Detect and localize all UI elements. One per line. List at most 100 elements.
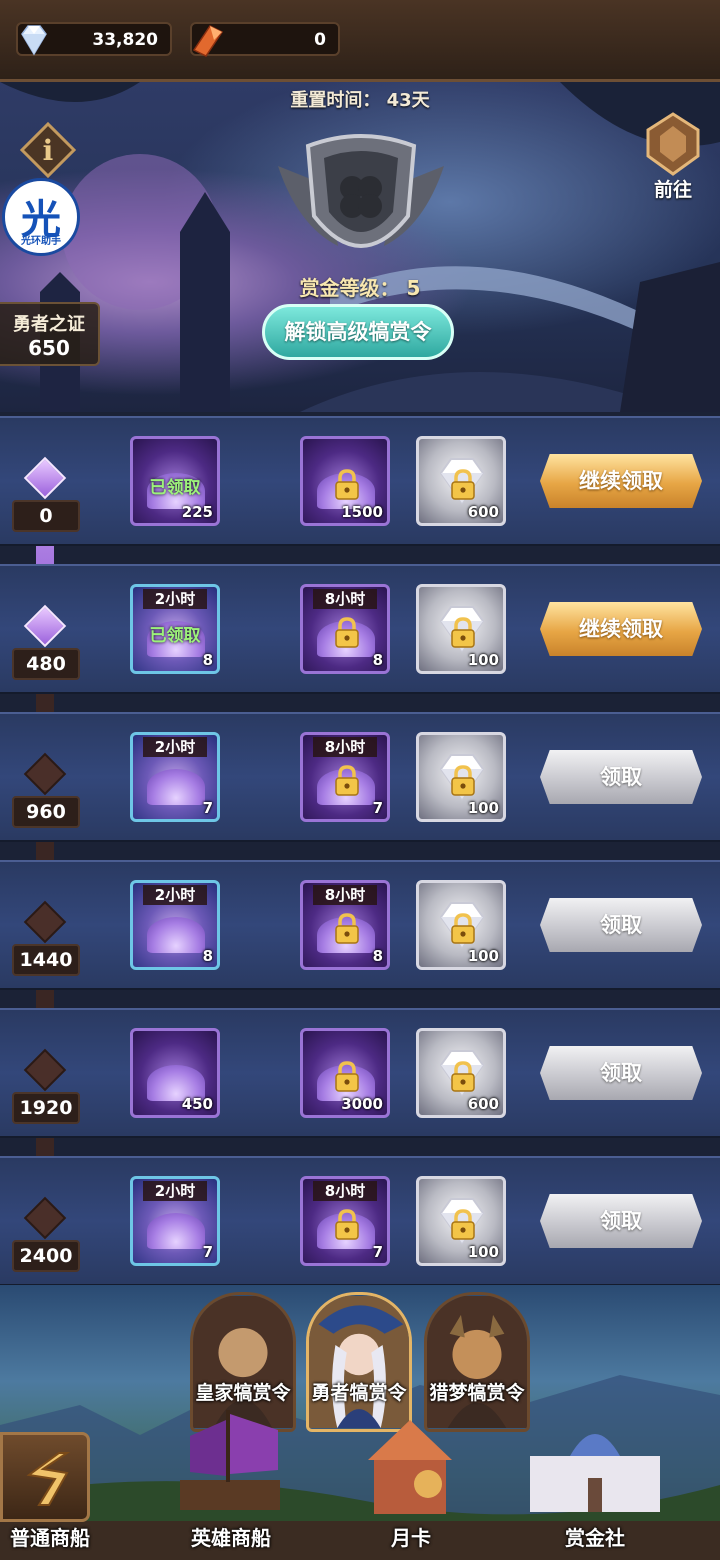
tab-hero-pass-label: 勇者犒赏令 xyxy=(311,1382,407,1404)
goto-label: 前往 xyxy=(653,179,692,201)
helper-badge-text: 光环助手 xyxy=(21,236,61,247)
claim-button[interactable]: 继续领取 xyxy=(540,602,702,656)
reward-duration: 2小时 xyxy=(143,1181,207,1201)
diamond-icon xyxy=(21,25,47,56)
reward-quantity: 8 xyxy=(202,651,213,669)
reward-quantity: 100 xyxy=(467,799,499,817)
info-icon: i xyxy=(43,134,54,167)
lock-icon xyxy=(451,913,475,944)
lock-icon xyxy=(451,1061,475,1092)
goto-button[interactable]: 前往 xyxy=(638,112,708,202)
free-reward-item[interactable]: 2小时 8 xyxy=(130,880,220,970)
premium-reward-item[interactable]: 8小时 7 xyxy=(300,732,390,822)
free-reward-item[interactable]: 2小时 7 xyxy=(130,1176,220,1266)
lock-icon xyxy=(451,469,475,500)
crystal-pile-icon xyxy=(147,769,205,805)
reward-quantity: 8 xyxy=(372,947,383,965)
claim-button[interactable]: 领取 xyxy=(540,898,702,952)
reward-quantity: 600 xyxy=(467,1095,499,1113)
reward-duration: 8小时 xyxy=(313,1181,377,1201)
claim-button[interactable]: 继续领取 xyxy=(540,454,702,508)
level-threshold: 2400 xyxy=(12,1240,80,1272)
reward-quantity: 450 xyxy=(181,1095,213,1113)
elite-reward-item[interactable]: 100 xyxy=(416,732,506,822)
nav-hero-merchant-ship[interactable]: 英雄商船 xyxy=(166,1522,296,1551)
monthly-card-house-art xyxy=(368,1420,452,1514)
reward-quantity: 7 xyxy=(202,799,213,817)
diamond-amount: 33,820 xyxy=(92,30,158,50)
reward-quantity: 8 xyxy=(202,947,213,965)
crest-icon xyxy=(646,112,700,176)
reset-time-label: 重置时间： 43天 xyxy=(290,90,430,111)
hero-proof-label: 勇者之证 xyxy=(13,314,85,335)
reward-quantity: 100 xyxy=(467,947,499,965)
crystal-counter[interactable]: 0 xyxy=(190,22,340,57)
reward-quantity: 7 xyxy=(372,799,383,817)
reward-quantity: 3000 xyxy=(341,1095,383,1113)
bounty-shield-icon xyxy=(278,134,444,248)
hero-proof-counter: 勇者之证 650 xyxy=(0,302,100,366)
claimed-label: 已领取 xyxy=(149,626,201,646)
reward-quantity: 8 xyxy=(372,651,383,669)
lock-icon xyxy=(335,1209,359,1240)
lock-icon xyxy=(335,469,359,500)
helper-app-badge[interactable]: 光 光环助手 xyxy=(2,178,80,256)
back-button[interactable] xyxy=(0,1432,90,1522)
reward-quantity: 100 xyxy=(467,1243,499,1261)
elite-reward-item[interactable]: 600 xyxy=(416,436,506,526)
reward-duration: 2小时 xyxy=(143,737,207,757)
nav-normal-merchant-ship[interactable]: 普通商船 xyxy=(0,1522,115,1551)
lock-icon xyxy=(451,1209,475,1240)
lock-icon xyxy=(335,765,359,796)
reward-quantity: 225 xyxy=(181,503,213,521)
diamond-counter[interactable]: 33,820 xyxy=(16,22,172,56)
claimed-label: 已领取 xyxy=(149,478,201,498)
elite-reward-item[interactable]: 100 xyxy=(416,880,506,970)
nav-bounty-guild[interactable]: 赏金社 xyxy=(530,1522,660,1551)
reward-duration: 2小时 xyxy=(143,885,207,905)
unlock-premium-pass-button[interactable]: 解锁高级犒赏令 xyxy=(262,304,454,360)
reward-quantity: 7 xyxy=(372,1243,383,1261)
claim-button[interactable]: 领取 xyxy=(540,750,702,804)
level-threshold: 0 xyxy=(12,500,80,532)
bounty-guild-building-art xyxy=(530,1434,660,1512)
lock-icon xyxy=(335,913,359,944)
premium-reward-item[interactable]: 8小时 8 xyxy=(300,880,390,970)
lock-icon xyxy=(451,617,475,648)
level-threshold: 960 xyxy=(12,796,80,828)
lock-icon xyxy=(335,617,359,648)
tab-dream-hunter-pass-label: 猎梦犒赏令 xyxy=(429,1382,525,1404)
premium-reward-item[interactable]: 3000 xyxy=(300,1028,390,1118)
claim-button[interactable]: 领取 xyxy=(540,1046,702,1100)
hero-proof-value: 650 xyxy=(28,336,70,360)
bounty-banner: 重置时间： 43天 i 光 光环助手 勇者之证 650 前往 赏金等级： 5 解… xyxy=(0,82,720,412)
free-reward-item[interactable]: 2小时 7 xyxy=(130,732,220,822)
elite-reward-item[interactable]: 100 xyxy=(416,1176,506,1266)
hero-ship-art xyxy=(180,1410,280,1510)
crystal-pile-icon xyxy=(147,1213,205,1249)
free-reward-item[interactable]: 450 xyxy=(130,1028,220,1118)
return-arrow-icon xyxy=(26,1452,71,1506)
elite-reward-item[interactable]: 100 xyxy=(416,584,506,674)
premium-reward-item[interactable]: 1500 xyxy=(300,436,390,526)
lock-icon xyxy=(335,1061,359,1092)
nav-monthly-card[interactable]: 月卡 xyxy=(346,1522,476,1551)
elite-reward-item[interactable]: 600 xyxy=(416,1028,506,1118)
crystal-amount: 0 xyxy=(314,30,326,50)
reward-quantity: 1500 xyxy=(341,503,383,521)
free-reward-item[interactable]: 已领取 225 xyxy=(130,436,220,526)
currency-bar: 33,820 0 xyxy=(0,0,720,82)
claim-button[interactable]: 领取 xyxy=(540,1194,702,1248)
crystal-pile-icon xyxy=(147,917,205,953)
free-reward-item[interactable]: 2小时已领取 8 xyxy=(130,584,220,674)
reward-quantity: 7 xyxy=(202,1243,213,1261)
reward-quantity: 600 xyxy=(467,503,499,521)
crystal-shard-icon xyxy=(192,25,224,57)
level-threshold: 1920 xyxy=(12,1092,80,1124)
premium-reward-item[interactable]: 8小时 7 xyxy=(300,1176,390,1266)
reward-quantity: 100 xyxy=(467,651,499,669)
reward-duration: 2小时 xyxy=(143,589,207,609)
premium-reward-item[interactable]: 8小时 8 xyxy=(300,584,390,674)
level-threshold: 480 xyxy=(12,648,80,680)
info-button[interactable]: i xyxy=(20,122,76,178)
